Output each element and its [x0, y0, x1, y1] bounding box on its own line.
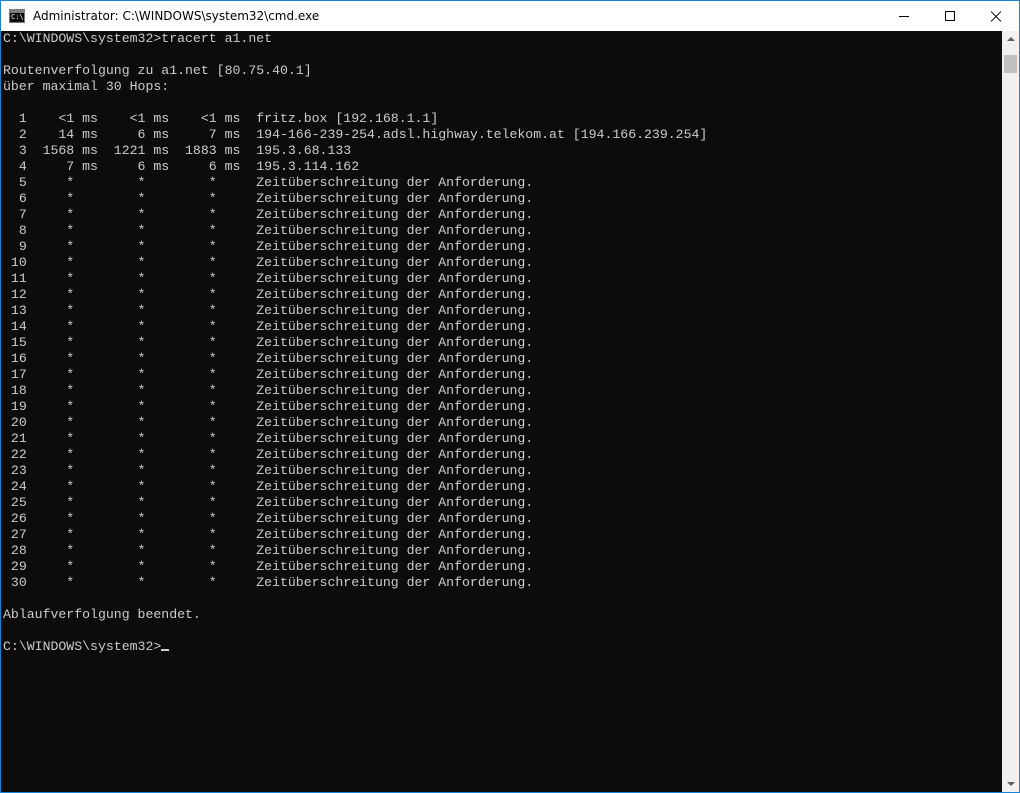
- console-line: Routenverfolgung zu a1.net [80.75.40.1]: [3, 63, 312, 78]
- console-line: 14 * * * Zeitüberschreitung der Anforder…: [3, 319, 534, 334]
- console-line: Ablaufverfolgung beendet.: [3, 607, 201, 622]
- console-line: 12 * * * Zeitüberschreitung der Anforder…: [3, 287, 534, 302]
- console-line: 26 * * * Zeitüberschreitung der Anforder…: [3, 511, 534, 526]
- text-cursor: [161, 649, 170, 651]
- console-line: 25 * * * Zeitüberschreitung der Anforder…: [3, 495, 534, 510]
- console-line: 18 * * * Zeitüberschreitung der Anforder…: [3, 383, 534, 398]
- cmd-icon[interactable]: C:\.: [9, 9, 28, 23]
- console-line: 6 * * * Zeitüberschreitung der Anforderu…: [3, 191, 534, 206]
- console-output[interactable]: C:\WINDOWS\system32>tracert a1.net Routen…: [1, 31, 1002, 792]
- close-button[interactable]: [973, 1, 1019, 31]
- vertical-scrollbar[interactable]: [1002, 31, 1019, 792]
- cmd-window: C:\. Administrator: C:\WINDOWS\system32\…: [0, 0, 1020, 793]
- scrollbar-thumb[interactable]: [1004, 55, 1017, 73]
- console-line: 1 <1 ms <1 ms <1 ms fritz.box [192.168.1…: [3, 111, 439, 126]
- console-line: 7 * * * Zeitüberschreitung der Anforderu…: [3, 207, 534, 222]
- console-line: 20 * * * Zeitüberschreitung der Anforder…: [3, 415, 534, 430]
- console-line: 3 1568 ms 1221 ms 1883 ms 195.3.68.133: [3, 143, 352, 158]
- scroll-down-icon[interactable]: [1002, 775, 1019, 792]
- console-line: 30 * * * Zeitüberschreitung der Anforder…: [3, 575, 534, 590]
- console-line: über maximal 30 Hops:: [3, 79, 170, 94]
- console-line: 15 * * * Zeitüberschreitung der Anforder…: [3, 335, 534, 350]
- console-line: C:\WINDOWS\system32>tracert a1.net: [3, 31, 273, 46]
- window-title: Administrator: C:\WINDOWS\system32\cmd.e…: [33, 9, 320, 23]
- console-line: 27 * * * Zeitüberschreitung der Anforder…: [3, 527, 534, 542]
- console-text: C:\WINDOWS\system32>tracert a1.net Routen…: [1, 31, 1002, 655]
- console-line: 17 * * * Zeitüberschreitung der Anforder…: [3, 367, 534, 382]
- console-line: 5 * * * Zeitüberschreitung der Anforderu…: [3, 175, 534, 190]
- console-line: 8 * * * Zeitüberschreitung der Anforderu…: [3, 223, 534, 238]
- console-line: 4 7 ms 6 ms 6 ms 195.3.114.162: [3, 159, 360, 174]
- console-line: 19 * * * Zeitüberschreitung der Anforder…: [3, 399, 534, 414]
- minimize-button[interactable]: [881, 1, 927, 31]
- maximize-button[interactable]: [927, 1, 973, 31]
- console-line: 21 * * * Zeitüberschreitung der Anforder…: [3, 431, 534, 446]
- prompt-text: C:\WINDOWS\system32>: [3, 639, 162, 654]
- console-line: 13 * * * Zeitüberschreitung der Anforder…: [3, 303, 534, 318]
- console-line: 10 * * * Zeitüberschreitung der Anforder…: [3, 255, 534, 270]
- console-line: 24 * * * Zeitüberschreitung der Anforder…: [3, 479, 534, 494]
- cmd-icon-label: C:\.: [11, 13, 28, 21]
- title-bar[interactable]: C:\. Administrator: C:\WINDOWS\system32\…: [1, 1, 1019, 31]
- scroll-up-icon[interactable]: [1002, 31, 1019, 48]
- console-line: 29 * * * Zeitüberschreitung der Anforder…: [3, 559, 534, 574]
- console-line: 11 * * * Zeitüberschreitung der Anforder…: [3, 271, 534, 286]
- command-prompt[interactable]: C:\WINDOWS\system32>: [3, 639, 1002, 655]
- console-line: 2 14 ms 6 ms 7 ms 194-166-239-254.adsl.h…: [3, 127, 708, 142]
- console-line: 16 * * * Zeitüberschreitung der Anforder…: [3, 351, 534, 366]
- console-line: 28 * * * Zeitüberschreitung der Anforder…: [3, 543, 534, 558]
- console-line: 23 * * * Zeitüberschreitung der Anforder…: [3, 463, 534, 478]
- console-line: 9 * * * Zeitüberschreitung der Anforderu…: [3, 239, 534, 254]
- console-line: 22 * * * Zeitüberschreitung der Anforder…: [3, 447, 534, 462]
